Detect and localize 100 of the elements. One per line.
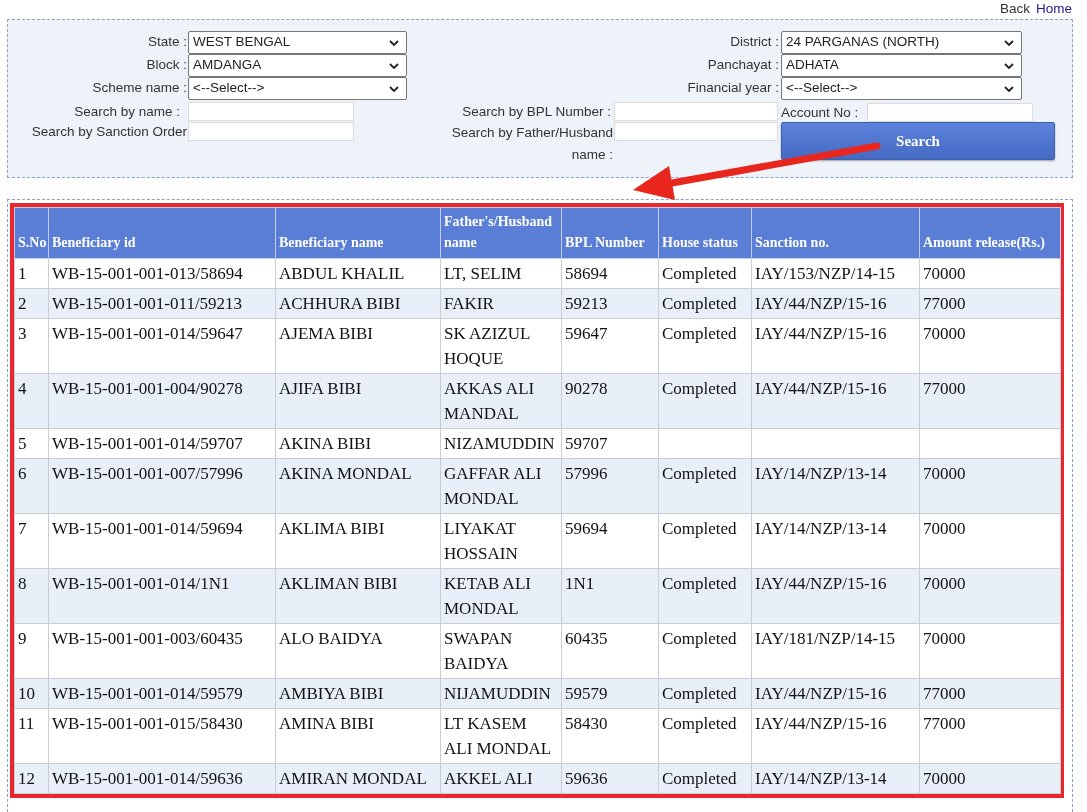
table-cell: AJEMA BIBI xyxy=(275,318,441,374)
table-cell: WB-15-001-001-014/59579 xyxy=(48,678,276,709)
text-input-field[interactable] xyxy=(614,102,778,121)
table-cell: AMINA BIBI xyxy=(275,708,441,764)
table-cell: WB-15-001-001-003/60435 xyxy=(48,623,276,679)
text-input-field[interactable] xyxy=(188,102,354,121)
chevron-down-icon xyxy=(389,39,399,46)
text-input-field[interactable] xyxy=(188,122,354,141)
home-link[interactable]: Home xyxy=(1036,0,1072,20)
table-cell: 70000 xyxy=(919,458,1061,514)
dropdown[interactable]: WEST BENGAL xyxy=(188,31,407,54)
table-cell: Completed xyxy=(658,623,752,679)
table-cell: 70000 xyxy=(919,258,1061,289)
table-cell: Completed xyxy=(658,568,752,624)
chevron-down-icon xyxy=(1004,62,1014,69)
table-cell: Completed xyxy=(658,458,752,514)
table-cell: AKLIMAN BIBI xyxy=(275,568,441,624)
table-cell: IAY/44/NZP/15-16 xyxy=(751,678,920,709)
dropdown[interactable]: AMDANGA xyxy=(188,54,407,77)
table-cell: KETAB ALI MONDAL xyxy=(440,568,562,624)
table-cell: 70000 xyxy=(919,318,1061,374)
table-cell: 4 xyxy=(14,373,49,429)
table-cell: AJIFA BIBI xyxy=(275,373,441,429)
table-cell: 59579 xyxy=(561,678,659,709)
table-cell: 70000 xyxy=(919,513,1061,569)
chevron-down-icon xyxy=(1004,39,1014,46)
table-cell: 77000 xyxy=(919,373,1061,429)
field-label: Search by Father/Husband name : xyxy=(450,124,614,164)
table-cell: IAY/44/NZP/15-16 xyxy=(751,318,920,374)
table-cell: ABDUL KHALIL xyxy=(275,258,441,289)
table-cell: SK AZIZUL HOQUE xyxy=(440,318,562,374)
table-cell: AKLIMA BIBI xyxy=(275,513,441,569)
table-cell: Completed xyxy=(658,373,752,429)
table-cell: 59707 xyxy=(561,428,659,459)
dropdown[interactable]: <--Select--> xyxy=(781,77,1022,100)
table-cell: 70000 xyxy=(919,763,1061,794)
table-cell: 59647 xyxy=(561,318,659,374)
table-cell: Completed xyxy=(658,318,752,374)
field-label: Search by Sanction Order xyxy=(31,122,187,141)
field-label: State : xyxy=(147,33,187,52)
search-button[interactable]: Search xyxy=(781,122,1055,160)
column-header: Father's/Husband name xyxy=(440,207,562,259)
table-cell: WB-15-001-001-014/59694 xyxy=(48,513,276,569)
table-cell: LT KASEM ALI MONDAL xyxy=(440,708,562,764)
dropdown[interactable]: <--Select--> xyxy=(188,77,407,100)
column-header: BPL Number xyxy=(561,207,659,259)
table-cell: Completed xyxy=(658,708,752,764)
table-cell: LIYAKAT HOSSAIN xyxy=(440,513,562,569)
dropdown[interactable]: 24 PARGANAS (NORTH) xyxy=(781,31,1022,54)
table-cell: 70000 xyxy=(919,568,1061,624)
table-cell: IAY/153/NZP/14-15 xyxy=(751,258,920,289)
table-cell: GAFFAR ALI MONDAL xyxy=(440,458,562,514)
table-cell: 60435 xyxy=(561,623,659,679)
field-label: Search by BPL Number : xyxy=(462,102,611,121)
column-header: Amount release(Rs.) xyxy=(919,207,1061,259)
dropdown[interactable]: ADHATA xyxy=(781,54,1022,77)
table-cell: FAKIR xyxy=(440,288,562,319)
table-cell: IAY/44/NZP/15-16 xyxy=(751,708,920,764)
table-cell: WB-15-001-001-014/59636 xyxy=(48,763,276,794)
field-label: Scheme name : xyxy=(92,79,187,98)
table-cell: WB-15-001-001-007/57996 xyxy=(48,458,276,514)
field-label: District : xyxy=(730,33,779,52)
table-cell: WB-15-001-001-014/59647 xyxy=(48,318,276,374)
back-link[interactable]: Back xyxy=(999,0,1030,20)
table-cell: 7 xyxy=(14,513,49,569)
text-input-field[interactable] xyxy=(867,102,1033,122)
column-header: Beneficiary name xyxy=(275,207,441,259)
table-cell: 59636 xyxy=(561,763,659,794)
table-cell: WB-15-001-001-014/1N1 xyxy=(48,568,276,624)
table-cell: AMBIYA BIBI xyxy=(275,678,441,709)
table-cell: WB-15-001-001-011/59213 xyxy=(48,288,276,319)
table-cell: ALO BAIDYA xyxy=(275,623,441,679)
table-cell: WB-15-001-001-015/58430 xyxy=(48,708,276,764)
table-cell: Completed xyxy=(658,763,752,794)
field-label: Financial year : xyxy=(687,79,779,98)
column-header: S.No xyxy=(14,207,49,259)
text-input-field[interactable] xyxy=(614,122,778,141)
field-label: Account No : xyxy=(781,105,859,120)
table-cell: NIZAMUDDIN xyxy=(440,428,562,459)
table-cell: 70000 xyxy=(919,623,1061,679)
table-cell: 59694 xyxy=(561,513,659,569)
table-cell: IAY/181/NZP/14-15 xyxy=(751,623,920,679)
column-header: Sanction no. xyxy=(751,207,920,259)
table-cell: AKKAS ALI MANDAL xyxy=(440,373,562,429)
table-cell: IAY/14/NZP/13-14 xyxy=(751,513,920,569)
table-cell: WB-15-001-001-013/58694 xyxy=(48,258,276,289)
table-cell: SWAPAN BAIDYA xyxy=(440,623,562,679)
table-cell: Completed xyxy=(658,288,752,319)
field-label: Block : xyxy=(146,56,187,75)
column-header: Beneficiary id xyxy=(48,207,276,259)
chevron-down-icon xyxy=(1004,85,1014,92)
table-cell: WB-15-001-001-004/90278 xyxy=(48,373,276,429)
table-cell: IAY/44/NZP/15-16 xyxy=(751,373,920,429)
chevron-down-icon xyxy=(389,62,399,69)
table-cell: Completed xyxy=(658,258,752,289)
table-cell: IAY/44/NZP/15-16 xyxy=(751,288,920,319)
field-label: Panchayat : xyxy=(707,56,779,75)
table-cell: AKINA MONDAL xyxy=(275,458,441,514)
table-cell: 58430 xyxy=(561,708,659,764)
table-cell: 11 xyxy=(14,708,49,764)
